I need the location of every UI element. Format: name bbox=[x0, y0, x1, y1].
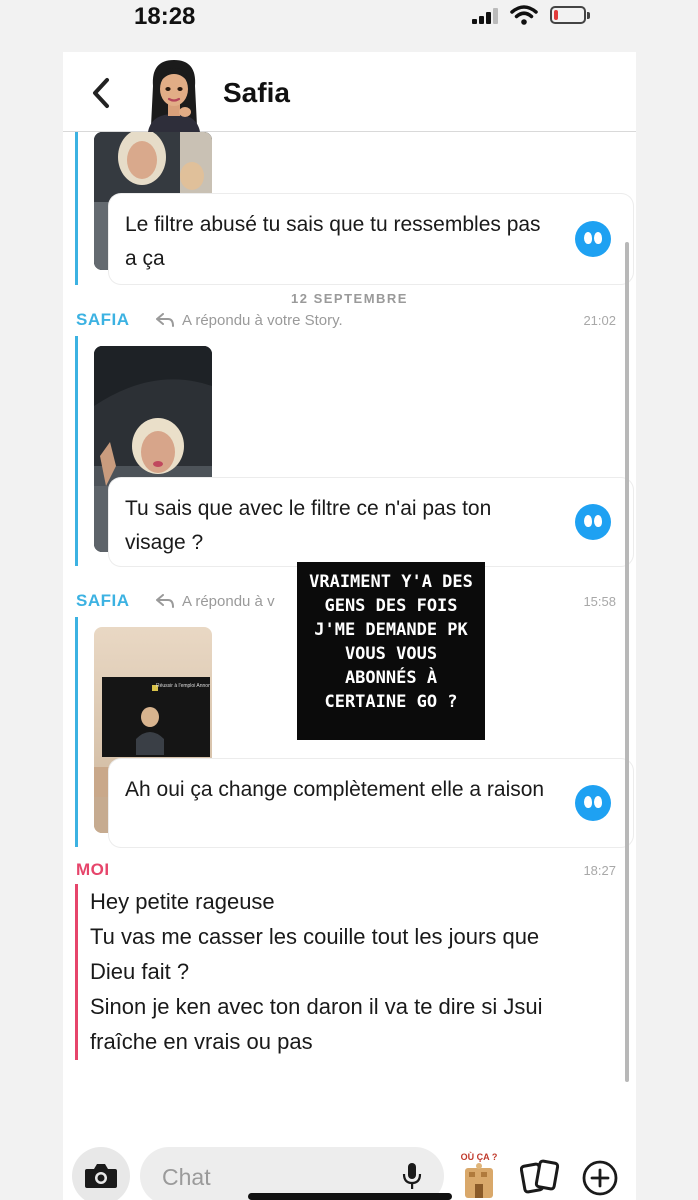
contact-name[interactable]: Safia bbox=[223, 77, 290, 109]
battery-icon bbox=[550, 6, 590, 24]
quote-text: Ah oui ça change complètement elle a rai… bbox=[125, 778, 545, 801]
status-bar: 18:28 bbox=[0, 0, 698, 34]
status-time: 18:28 bbox=[134, 3, 196, 30]
avatar[interactable] bbox=[143, 56, 205, 132]
quote-bubble[interactable]: Le filtre abusé tu sais que tu ressemble… bbox=[109, 194, 633, 284]
sender-label: MOI bbox=[76, 860, 110, 879]
quote-icon[interactable] bbox=[575, 504, 611, 540]
sticker-icon bbox=[465, 1163, 493, 1198]
chevron-left-icon[interactable] bbox=[87, 76, 117, 110]
message-line: Tu vas me casser les couille tout les jo… bbox=[90, 924, 540, 949]
sticker-button[interactable]: OÙ ÇA ? bbox=[455, 1152, 503, 1200]
message-meta: SAFIA A répondu à votre Story. 21:02 bbox=[76, 310, 616, 332]
chat-placeholder: Chat bbox=[162, 1164, 211, 1190]
quoted-story-reply-2: Tu sais que avec le filtre ce n'ai pas t… bbox=[75, 336, 633, 566]
message-meta: MOI 18:27 bbox=[76, 860, 616, 882]
camera-icon bbox=[85, 1164, 117, 1188]
sender-label: SAFIA bbox=[76, 310, 130, 329]
quote-text: Le filtre abusé tu sais que tu ressemble… bbox=[125, 213, 541, 270]
story-text-overlay: VRAIMENT Y'A DES GENS DES FOIS J'ME DEMA… bbox=[297, 562, 485, 740]
sticker-label: OÙ ÇA ? bbox=[460, 1152, 498, 1162]
cards-icon[interactable] bbox=[520, 1159, 560, 1195]
chat-header: Safia bbox=[63, 52, 636, 132]
message-time: 18:27 bbox=[583, 863, 616, 878]
message-line: Dieu fait ? bbox=[90, 959, 190, 984]
home-indicator[interactable] bbox=[248, 1193, 452, 1200]
message-line: Sinon je ken avec ton daron il va te dir… bbox=[90, 994, 543, 1019]
scrollbar[interactable] bbox=[625, 242, 629, 1082]
plus-icon[interactable] bbox=[581, 1159, 619, 1197]
wifi-icon bbox=[510, 5, 538, 25]
message-time: 15:58 bbox=[583, 594, 616, 609]
reply-label: A répondu à v bbox=[182, 593, 275, 610]
my-message[interactable]: Hey petite rageuse Tu vas me casser les … bbox=[75, 884, 619, 1060]
quote-icon[interactable] bbox=[575, 785, 611, 821]
quote-bubble[interactable]: Tu sais que avec le filtre ce n'ai pas t… bbox=[109, 478, 633, 566]
quote-icon[interactable] bbox=[575, 221, 611, 257]
message-line: Hey petite rageuse bbox=[90, 889, 275, 914]
reply-label: A répondu à votre Story. bbox=[182, 312, 343, 329]
microphone-icon[interactable] bbox=[402, 1162, 422, 1190]
reply-arrow-icon bbox=[156, 594, 174, 608]
thumb-caption: Réussir à l'emploi Annonk... bbox=[156, 683, 210, 689]
message-line: fraîche en vrais ou pas bbox=[90, 1029, 313, 1054]
quoted-story-reply-1: Le filtre abusé tu sais que tu ressemble… bbox=[75, 132, 633, 285]
composer-bar: Chat OÙ ÇA ? bbox=[63, 1092, 636, 1200]
message-time: 21:02 bbox=[583, 313, 616, 328]
camera-button[interactable] bbox=[72, 1147, 130, 1200]
quote-bubble[interactable]: Ah oui ça change complètement elle a rai… bbox=[109, 759, 633, 847]
quote-text: Tu sais que avec le filtre ce n'ai pas t… bbox=[125, 497, 492, 554]
sender-label: SAFIA bbox=[76, 591, 130, 610]
date-separator: 12 SEPTEMBRE bbox=[291, 291, 408, 306]
reply-arrow-icon bbox=[156, 313, 174, 327]
signal-icon bbox=[472, 8, 500, 24]
